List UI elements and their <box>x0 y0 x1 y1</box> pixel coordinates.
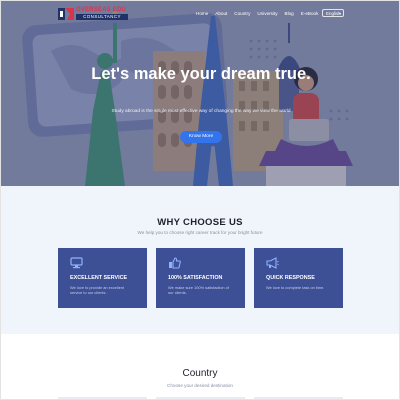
feature-desc: We love to complete task on time. <box>266 285 325 290</box>
megaphone-icon <box>266 257 279 269</box>
why-choose-section: WHY CHOOSE US We help you to choose righ… <box>1 186 399 334</box>
country-section: Country Choose your desired destination <box>1 334 399 399</box>
brand-sub: CONSULTANCY <box>76 14 128 20</box>
feature-title: EXCELLENT SERVICE <box>70 275 128 281</box>
know-more-button[interactable]: Know More <box>180 131 222 143</box>
feature-title: QUICK RESPONSE <box>266 275 315 281</box>
feature-card-satisfaction: 100% SATISFACTION We make sure 100% sati… <box>156 248 245 308</box>
country-title: Country <box>182 368 218 379</box>
nav-blog[interactable]: Blog <box>285 11 294 16</box>
nav-ebook[interactable]: E-eBook <box>301 11 319 16</box>
top-navbar: OVERSEAS EDU CONSULTANCY Home About Coun… <box>1 1 399 29</box>
feature-card-response: QUICK RESPONSE We love to complete task … <box>254 248 343 308</box>
chevron-down-icon: ▾ <box>338 11 341 16</box>
nav-about[interactable]: About <box>215 11 227 16</box>
nav-menu: Home About Country University Blog E-eBo… <box>196 11 318 16</box>
why-subtitle: We help you to choose right career track… <box>137 230 263 235</box>
country-subtitle: Choose your desired destination <box>167 383 233 388</box>
feature-card-service: EXCELLENT SERVICE We love to provide an … <box>58 248 147 308</box>
monitor-icon <box>70 257 83 269</box>
thumbs-up-icon <box>169 257 181 269</box>
brand-mark-icon <box>58 8 74 20</box>
nav-university[interactable]: University <box>257 11 277 16</box>
feature-title: 100% SATISFACTION <box>168 275 223 281</box>
hero-subtitle: Study abroad is the single most effectiv… <box>111 109 291 114</box>
why-title: WHY CHOOSE US <box>157 217 243 228</box>
page: OVERSEAS EDU CONSULTANCY Home About Coun… <box>0 0 400 400</box>
country-card-top[interactable] <box>156 397 245 399</box>
brand-name: OVERSEAS EDU <box>76 7 127 13</box>
country-card-top[interactable] <box>254 397 343 399</box>
nav-country[interactable]: Country <box>234 11 250 16</box>
country-card-top[interactable] <box>58 397 147 399</box>
feature-desc: We make sure 100% satisfaction of our cl… <box>168 285 229 295</box>
feature-desc: We love to provide an excellent service … <box>70 285 124 295</box>
hero-section: OVERSEAS EDU CONSULTANCY Home About Coun… <box>1 1 399 186</box>
language-select[interactable]: English ▾ <box>322 9 344 17</box>
brand-logo[interactable]: OVERSEAS EDU CONSULTANCY <box>58 7 128 21</box>
nav-home[interactable]: Home <box>196 11 208 16</box>
hero-title: Let's make your dream true. <box>91 65 311 83</box>
